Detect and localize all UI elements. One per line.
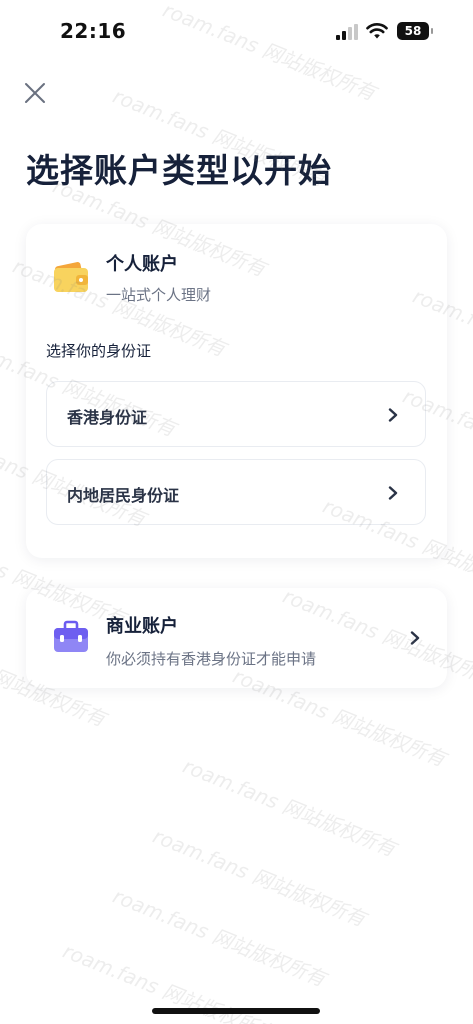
id-option-mainland[interactable]: 内地居民身份证 [46, 459, 426, 525]
page-title: 选择账户类型以开始 [26, 151, 332, 190]
chevron-right-icon [388, 486, 398, 500]
id-section-label: 选择你的身份证 [46, 342, 152, 360]
id-option-label: 内地居民身份证 [67, 486, 180, 505]
business-account-title: 商业账户 [106, 616, 178, 637]
id-option-label: 香港身份证 [67, 408, 148, 427]
close-button[interactable] [22, 80, 48, 106]
personal-account-subtitle: 一站式个人理财 [106, 286, 212, 304]
briefcase-icon [54, 620, 88, 652]
cellular-signal-icon [336, 24, 358, 40]
id-option-hong-kong[interactable]: 香港身份证 [46, 381, 426, 447]
battery-icon: 58 [397, 22, 433, 40]
business-account-subtitle: 你必须持有香港身份证才能申请 [106, 650, 317, 668]
personal-account-title: 个人账户 [106, 254, 178, 275]
close-icon [25, 83, 45, 103]
watermark-text: roam.fans 网站版权所有 [149, 823, 370, 932]
battery-level: 58 [404, 24, 422, 38]
status-time: 22:16 [60, 19, 127, 43]
wallet-icon [54, 262, 88, 292]
chevron-right-icon [410, 631, 420, 645]
watermark-text: roam.fans 网站版权所有 [179, 753, 400, 862]
watermark-text: roam.fans 网站版权所有 [109, 883, 330, 992]
wifi-icon [366, 23, 388, 39]
chevron-right-icon [388, 408, 398, 422]
business-account-card[interactable]: 商业账户 你必须持有香港身份证才能申请 [26, 588, 447, 688]
status-bar: 22:16 58 [0, 0, 473, 62]
personal-account-card: 个人账户 一站式个人理财 选择你的身份证 香港身份证 内地居民身份证 [26, 224, 447, 558]
home-indicator[interactable] [152, 1008, 320, 1014]
